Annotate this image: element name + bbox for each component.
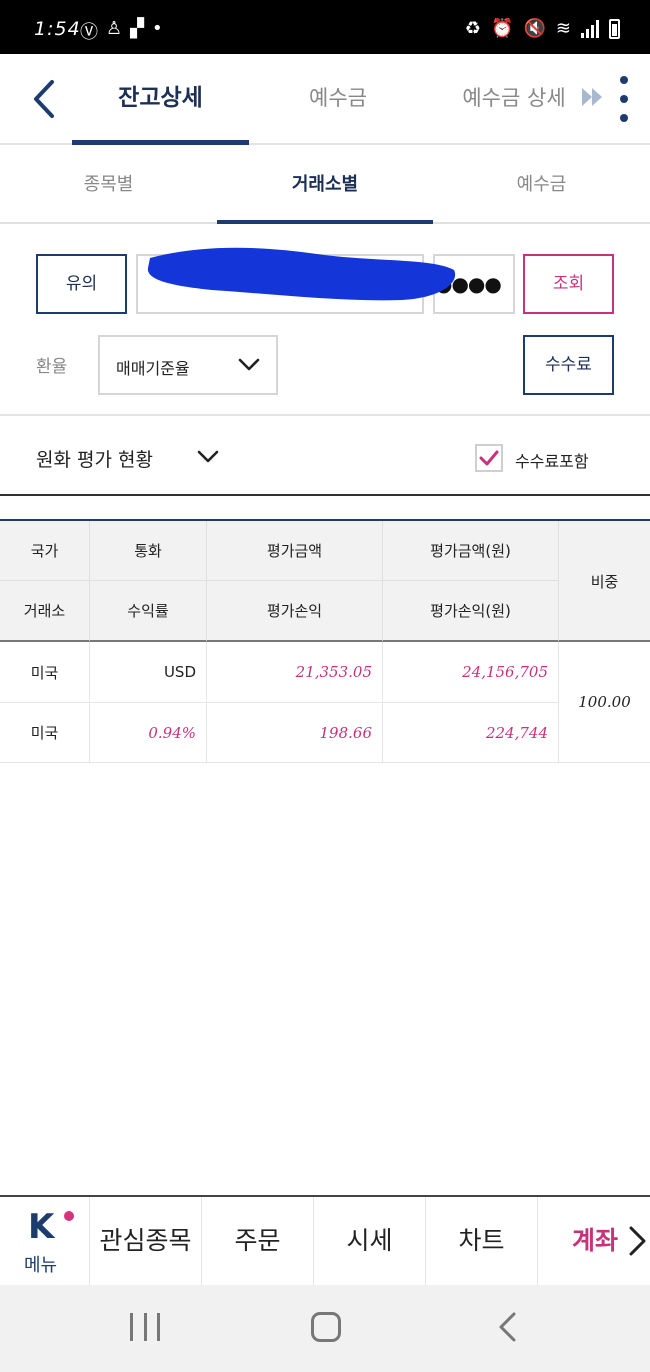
chevron-down-icon — [238, 358, 260, 371]
section-divider — [0, 494, 650, 496]
menu-button[interactable]: K 메뉴 — [0, 1197, 90, 1285]
fee-button[interactable]: 수수료 — [523, 335, 614, 395]
chevron-right-icon[interactable] — [626, 1225, 648, 1257]
row1-eval-amount: 21,353.05 — [207, 642, 383, 703]
header-eval-pl: 평가손익 — [207, 581, 383, 642]
double-arrow-right-icon[interactable] — [582, 84, 604, 110]
row-weight: 100.00 — [559, 642, 650, 763]
system-nav-bar — [0, 1285, 650, 1372]
sub-tab-bar: 종목별 거래소별 예수금 — [0, 145, 650, 224]
wifi-icon: ≋ — [555, 18, 571, 39]
system-status-icons: ♻ ⏰ 🔇 ≋ — [465, 18, 620, 39]
home-icon[interactable] — [311, 1312, 341, 1342]
query-button[interactable]: 조회 — [523, 254, 614, 314]
row2-eval-pl: 198.66 — [207, 703, 383, 763]
volte-icon: Ⓥ — [80, 22, 98, 43]
menu-label: 메뉴 — [24, 1255, 58, 1276]
header-country: 국가 — [0, 521, 90, 581]
krw-eval-status-title[interactable]: 원화 평가 현황 — [36, 445, 153, 472]
notice-button[interactable]: 유의 — [36, 254, 127, 314]
nav-chart[interactable]: 차트 — [426, 1197, 538, 1285]
notification-person-icon: ♙ — [106, 18, 123, 39]
subtab-by-stock[interactable]: 종목별 — [0, 145, 217, 222]
header-currency: 통화 — [90, 521, 207, 581]
fee-include-label: 수수료포함 — [515, 452, 589, 471]
status-time: 1:54 — [34, 18, 81, 40]
recent-apps-icon[interactable] — [130, 1313, 160, 1341]
mute-icon: 🔇 — [523, 18, 546, 39]
notification-icons: Ⓥ ♙ ▞ • — [80, 18, 163, 44]
header-eval-pl-krw: 평가손익(원) — [383, 581, 559, 642]
row2-eval-pl-krw: 224,744 — [383, 703, 559, 763]
top-tab-bar: 잔고상세 예수금 예수금 상세 — [0, 54, 650, 145]
k-logo-icon: K — [28, 1207, 55, 1247]
signal-icon — [581, 19, 599, 38]
header-return-rate: 수익률 — [90, 581, 207, 642]
subtab-by-exchange[interactable]: 거래소별 — [217, 145, 433, 224]
redaction-scribble — [147, 247, 456, 301]
battery-icon — [609, 18, 620, 39]
exchange-rate-label: 환율 — [36, 357, 68, 377]
row1-eval-amount-krw: 24,156,705 — [383, 642, 559, 703]
subtab-deposit[interactable]: 예수금 — [433, 145, 650, 222]
exchange-rate-select[interactable]: 매매기준율 — [98, 335, 278, 395]
header-eval-amount: 평가금액 — [207, 521, 383, 581]
nav-quote[interactable]: 시세 — [314, 1197, 426, 1285]
row2-exchange: 미국 — [0, 703, 90, 763]
row2-return-rate: 0.94% — [90, 703, 207, 763]
bottom-nav: K 메뉴 관심종목 주문 시세 차트 계좌 — [0, 1195, 650, 1285]
notification-dot-icon: • — [151, 18, 163, 39]
battery-saver-icon: ♻ — [464, 18, 482, 39]
section-divider — [0, 414, 650, 416]
chevron-down-icon[interactable] — [196, 446, 220, 468]
row1-currency: USD — [90, 642, 207, 703]
header-eval-amount-krw: 평가금액(원) — [383, 521, 559, 581]
fee-include-checkbox[interactable] — [475, 444, 503, 472]
more-menu-icon[interactable] — [614, 76, 634, 122]
exchange-rate-value: 매매기준율 — [116, 359, 190, 378]
status-bar: 1:54 Ⓥ ♙ ▞ • ♻ ⏰ 🔇 ≋ — [0, 0, 650, 54]
row1-country: 미국 — [0, 642, 90, 703]
header-weight: 비중 — [559, 521, 650, 642]
logo-dot — [64, 1211, 74, 1221]
header-exchange: 거래소 — [0, 581, 90, 642]
checkmark-icon — [479, 450, 499, 466]
nav-watchlist[interactable]: 관심종목 — [90, 1197, 202, 1285]
nav-order[interactable]: 주문 — [202, 1197, 314, 1285]
tab-deposit-detail[interactable]: 예수금 상세 — [448, 54, 580, 143]
tab-deposit[interactable]: 예수금 — [264, 54, 412, 143]
notification-app-icon: ▞ — [130, 18, 144, 39]
system-back-icon[interactable] — [496, 1311, 520, 1343]
tab-balance-detail[interactable]: 잔고상세 — [72, 54, 249, 145]
alarm-icon: ⏰ — [491, 18, 514, 39]
chevron-left-icon — [34, 80, 54, 118]
back-button[interactable] — [26, 74, 66, 124]
